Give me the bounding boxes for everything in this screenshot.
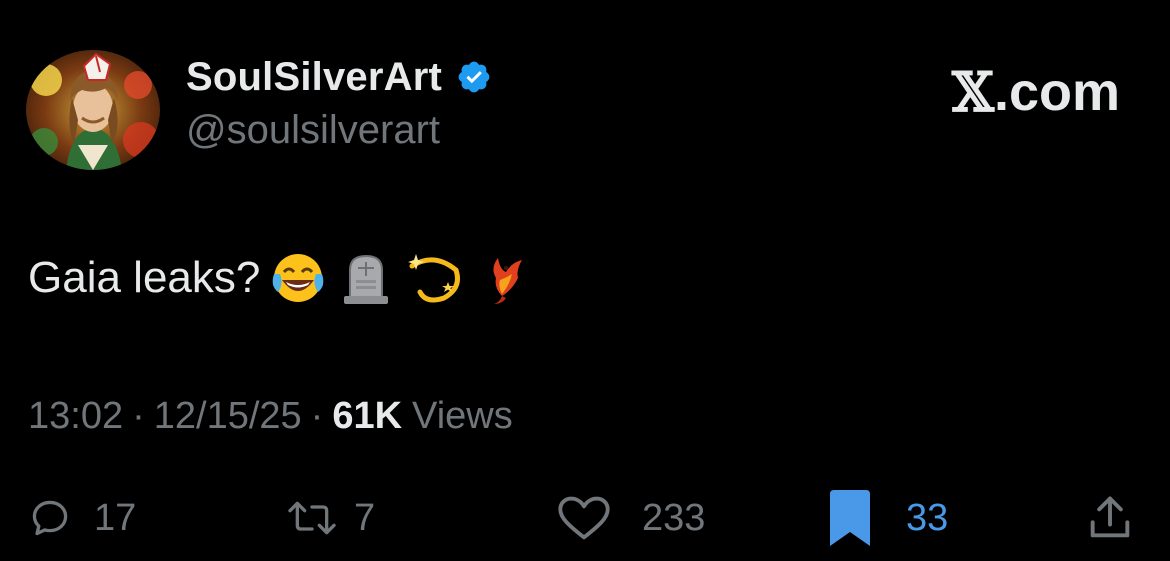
author-name-row: SoulSilverArt <box>186 54 492 100</box>
action-bar: 17 7 233 33 <box>0 488 1170 548</box>
repost-count: 7 <box>354 496 376 539</box>
reply-count: 17 <box>94 496 137 539</box>
like-count: 233 <box>642 496 706 539</box>
tweet-text: Gaia leaks? <box>28 248 532 308</box>
share-button[interactable] <box>1084 488 1136 548</box>
display-name[interactable]: SoulSilverArt <box>186 55 442 100</box>
meta-separator: · <box>310 394 324 437</box>
meta-separator: · <box>132 394 145 437</box>
share-icon <box>1084 492 1136 544</box>
headstone-icon <box>336 248 396 308</box>
username-handle[interactable]: @soulsilverart <box>186 108 440 153</box>
bookmark-button[interactable]: 33 <box>826 488 948 548</box>
face-with-tears-of-joy-icon <box>268 248 328 308</box>
repost-button[interactable]: 7 <box>286 488 375 548</box>
x-com-logo: 𝕏 .com <box>952 60 1120 124</box>
heart-icon <box>556 494 612 542</box>
reply-icon <box>28 496 72 540</box>
tweet-card: SoulSilverArt @soulsilverart 𝕏 .com Gaia… <box>0 0 1170 561</box>
tweet-body: Gaia leaks? <box>28 253 261 302</box>
avatar[interactable] <box>26 50 160 170</box>
verified-badge-icon[interactable] <box>456 59 492 95</box>
brand-suffix: .com <box>993 62 1120 122</box>
views-count: 61K <box>332 394 403 437</box>
phoenix-icon <box>472 248 532 308</box>
dizzy-star-icon <box>404 248 464 308</box>
bookmark-icon <box>826 490 874 546</box>
repost-icon <box>286 496 338 540</box>
like-button[interactable]: 233 <box>556 488 705 548</box>
x-logo-icon: 𝕏 <box>952 60 994 124</box>
tweet-date[interactable]: 12/15/25 <box>154 395 302 438</box>
tweet-time[interactable]: 13:02 <box>28 395 123 438</box>
tweet-meta: 13:02 · 12/15/25 · 61K Views <box>28 392 513 440</box>
bookmark-count: 33 <box>906 496 949 539</box>
reply-button[interactable]: 17 <box>28 488 136 548</box>
views-label: Views <box>412 394 513 437</box>
